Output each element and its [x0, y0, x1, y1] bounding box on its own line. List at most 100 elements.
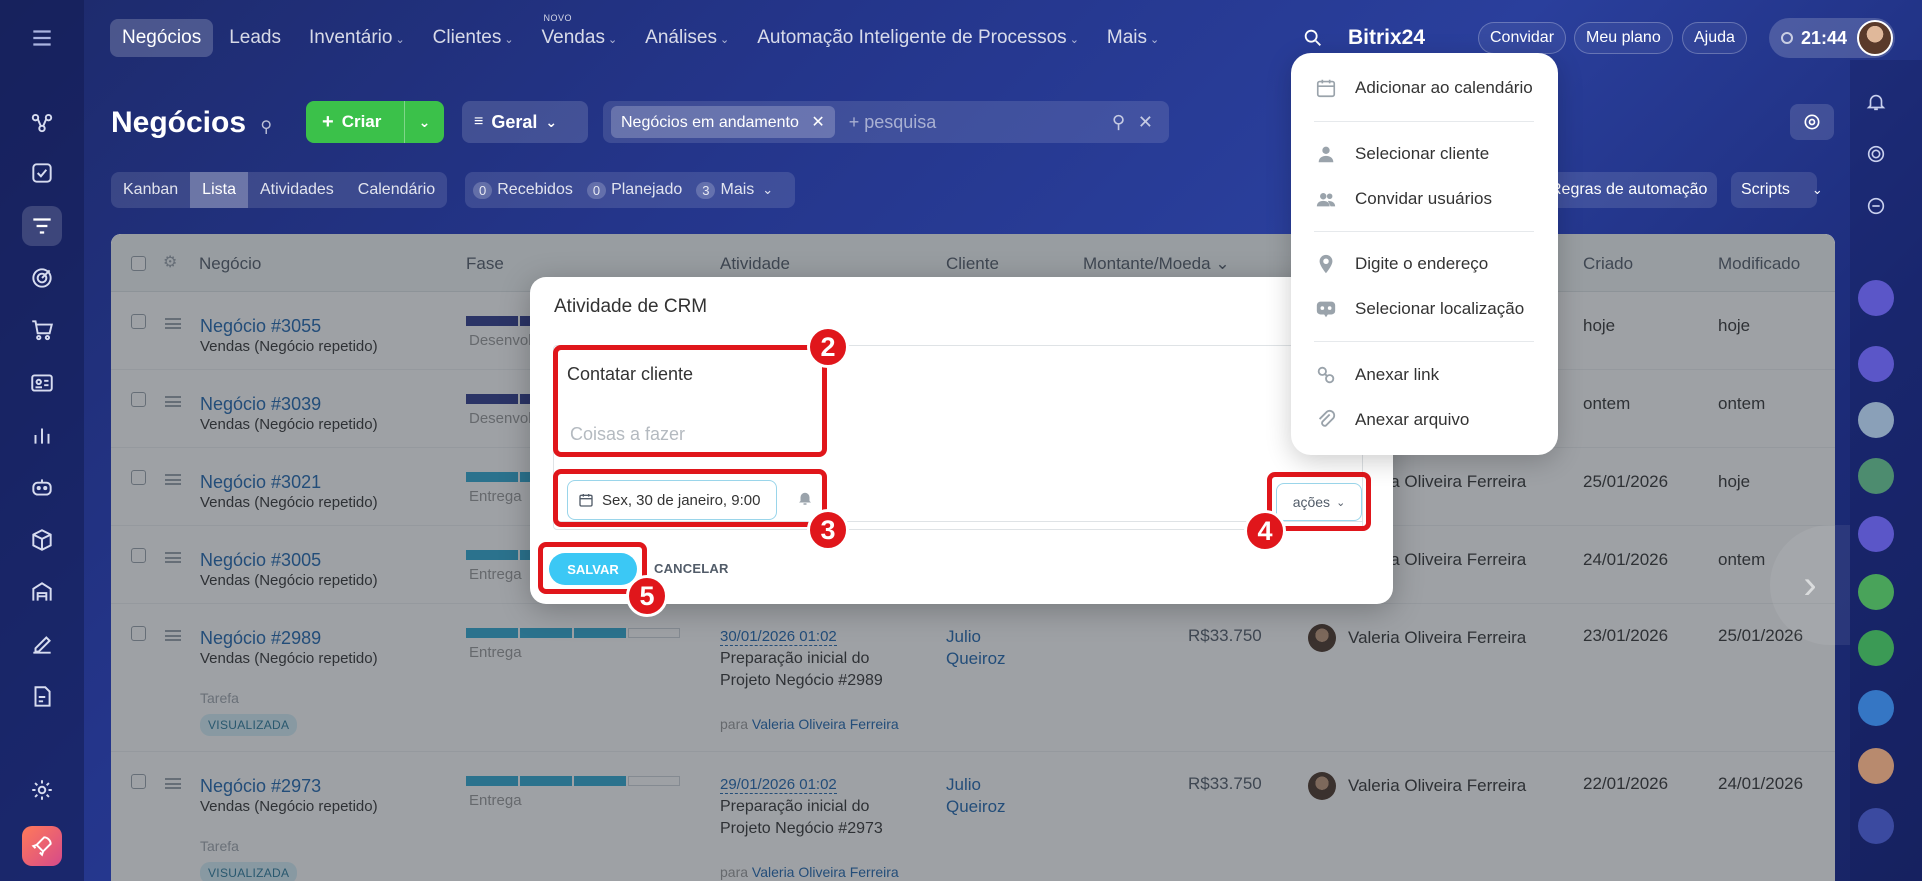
funnel-icon: ≡: [474, 113, 484, 130]
bookmark-icon[interactable]: [1858, 690, 1894, 726]
clear-icon[interactable]: ✕: [1138, 112, 1153, 133]
paperclip-icon: [1318, 409, 1336, 427]
chevron-down-icon: ⌄: [1150, 34, 1160, 46]
general-category-button[interactable]: ≡ Geral ⌄: [462, 101, 588, 143]
check-chat-icon[interactable]: [1858, 458, 1894, 494]
divider: [1314, 341, 1534, 342]
search-input[interactable]: + pesquisa: [849, 112, 937, 133]
contact-icon[interactable]: [1858, 630, 1894, 666]
top-navigation: Negócios Leads Inventário ⌄ Clientes ⌄ NOV…: [110, 13, 1175, 58]
cancel-button[interactable]: CANCELAR: [654, 561, 729, 576]
link-icon: [1317, 366, 1335, 384]
nav-item-inventario[interactable]: Inventário ⌄: [297, 19, 417, 57]
bell-icon[interactable]: [1858, 84, 1894, 120]
menu-item-add-to-calendar[interactable]: Adicionar ao calendário: [1315, 77, 1533, 99]
counter-mais[interactable]: 3 Mais ⌄: [696, 181, 773, 199]
avatar: [1857, 20, 1893, 56]
callout-number-2: 2: [807, 326, 849, 368]
gear-icon: [1804, 114, 1820, 130]
box-icon[interactable]: [22, 520, 62, 560]
chevron-down-icon: ⌄: [545, 113, 558, 130]
nav-item-analises[interactable]: Análises ⌄: [633, 19, 741, 57]
chevron-down-icon: ⌄: [720, 34, 730, 46]
robot-icon[interactable]: [22, 467, 62, 507]
page-settings-button[interactable]: [1790, 104, 1834, 140]
chevron-down-icon: ⌄: [607, 34, 618, 46]
users-icon: [1316, 193, 1336, 207]
nav-item-negocios[interactable]: Negócios: [110, 19, 214, 57]
nav-item-mais[interactable]: Mais ⌄: [1095, 19, 1171, 57]
crm-funnel-icon[interactable]: [22, 206, 62, 246]
plus-icon: +: [322, 110, 334, 133]
document-edit-icon[interactable]: [22, 677, 62, 717]
my-plan-button[interactable]: Meu plano: [1574, 18, 1673, 58]
menu-item-enter-address[interactable]: Digite o endereço: [1315, 253, 1488, 275]
tab-kanban[interactable]: Kanban: [111, 172, 190, 208]
callout-number-4: 4: [1244, 510, 1286, 552]
pin-icon[interactable]: ⚲: [260, 119, 272, 136]
menu-item-attach-file[interactable]: Anexar arquivo: [1315, 409, 1469, 431]
clock-widget[interactable]: 21:44: [1769, 18, 1895, 58]
channel-icon[interactable]: [1858, 808, 1894, 844]
create-button[interactable]: + Criar ⌄: [306, 101, 444, 143]
copilot-icon[interactable]: [1858, 346, 1894, 382]
cart-icon[interactable]: [22, 310, 62, 350]
nav-item-automacao[interactable]: Automação Inteligente de Processos ⌄: [745, 19, 1091, 57]
filter-chip[interactable]: Negócios em andamento ✕: [611, 106, 835, 138]
menu-item-select-client[interactable]: Selecionar cliente: [1315, 143, 1489, 165]
tab-atividades[interactable]: Atividades: [248, 172, 346, 208]
target-icon[interactable]: [1858, 136, 1894, 172]
chevron-down-icon: ⌄: [762, 182, 774, 197]
nav-item-vendas[interactable]: NOVO Vendas ⌄: [530, 13, 630, 57]
nav-item-clientes[interactable]: Clientes ⌄: [421, 19, 526, 57]
target-icon[interactable]: [22, 258, 62, 298]
search-icon[interactable]: ⚲: [1112, 112, 1125, 133]
check-chat-icon[interactable]: [1858, 574, 1894, 610]
location-icon: [1316, 301, 1336, 318]
workflow-icon[interactable]: [22, 102, 62, 142]
page-title: Negócios ⚲: [111, 106, 273, 139]
sign-icon[interactable]: [22, 624, 62, 664]
copilot-icon[interactable]: [1858, 516, 1894, 552]
create-dropdown-toggle[interactable]: ⌄: [404, 101, 444, 143]
automation-rules-button[interactable]: Regras de automação: [1540, 172, 1718, 208]
counter-planejado[interactable]: 0 Planejado: [586, 181, 682, 199]
warehouse-icon[interactable]: [22, 572, 62, 612]
contact-card-icon[interactable]: [22, 363, 62, 403]
new-badge: NOVO: [543, 13, 573, 23]
avatar[interactable]: [1858, 748, 1894, 784]
divider: [1314, 121, 1534, 122]
help-button[interactable]: Ajuda: [1682, 18, 1747, 58]
chevron-down-icon: ⌄: [504, 34, 514, 46]
left-sidebar: [0, 0, 84, 881]
close-icon[interactable]: ✕: [811, 114, 824, 131]
scripts-button[interactable]: Scripts ⌄: [1731, 172, 1823, 208]
view-tabs: Kanban Lista Atividades Calendário: [111, 172, 448, 208]
nav-item-leads[interactable]: Leads: [217, 19, 293, 57]
chevron-down-icon: ⌄: [395, 34, 405, 46]
tab-lista[interactable]: Lista: [190, 172, 248, 208]
tab-calendario[interactable]: Calendário: [346, 172, 447, 208]
calendar-icon: [1316, 79, 1336, 98]
activity-counters: 0 Recebidos 0 Planejado 3 Mais ⌄: [465, 172, 796, 208]
chevron-down-icon: ⌄: [1069, 34, 1079, 46]
search-button[interactable]: [1302, 18, 1324, 58]
brand-logo[interactable]: Bitrix24: [1348, 18, 1425, 58]
menu-icon[interactable]: [22, 18, 62, 58]
invite-button[interactable]: Convidar: [1478, 18, 1567, 58]
menu-item-invite-users[interactable]: Convidar usuários: [1315, 188, 1492, 210]
copilot-icon[interactable]: [1858, 280, 1894, 316]
counter-recebidos[interactable]: 0 Recebidos: [473, 181, 573, 199]
divider: [1314, 231, 1534, 232]
menu-item-attach-link[interactable]: Anexar link: [1315, 364, 1439, 386]
rocket-icon[interactable]: [22, 826, 62, 866]
settings-icon[interactable]: [22, 770, 62, 810]
filter-search-bar[interactable]: Negócios em andamento ✕ + pesquisa ⚲ ✕: [603, 101, 1169, 143]
chat-icon[interactable]: [1858, 188, 1894, 224]
callout-highlight-2: [553, 345, 827, 457]
clock-icon: [1781, 32, 1793, 44]
analytics-icon[interactable]: [22, 415, 62, 455]
avatar[interactable]: [1858, 402, 1894, 438]
tasks-icon[interactable]: [22, 153, 62, 193]
menu-item-select-location[interactable]: Selecionar localização: [1315, 298, 1524, 320]
